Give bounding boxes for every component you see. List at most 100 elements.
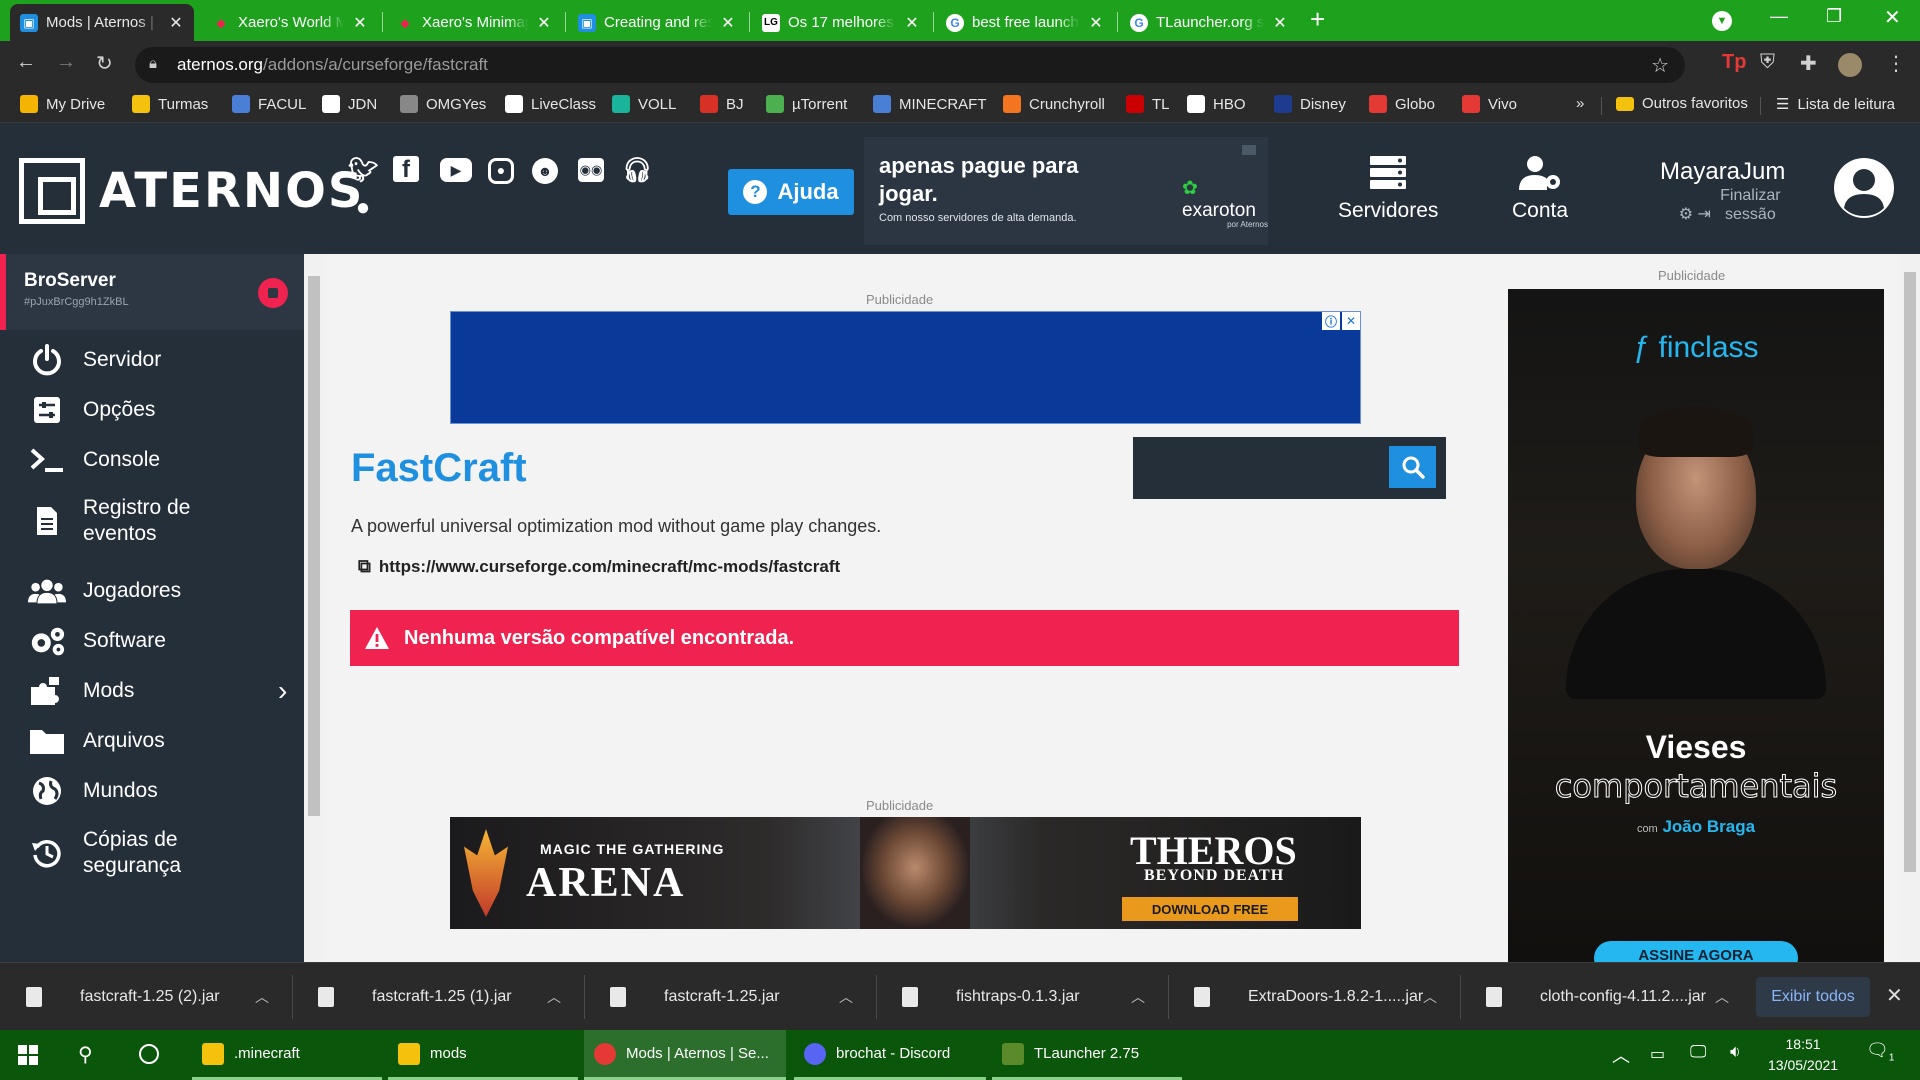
sidebar-item-copias-de-seguranca[interactable]: Cópias de segurança [0, 812, 304, 894]
chevron-up-icon[interactable]: ︿ [1423, 987, 1437, 1007]
close-downloads-icon[interactable]: ✕ [1886, 983, 1903, 1008]
tab-os-17-mods[interactable]: LG Os 17 melhores mods ✕ [752, 4, 930, 41]
tab-search-icon[interactable]: ▼ [1712, 11, 1732, 31]
reading-list[interactable]: ☰ Lista de leitura [1776, 95, 1895, 114]
cortana-icon[interactable] [139, 1044, 159, 1064]
bookmarks-more-button[interactable]: » [1576, 95, 1584, 112]
discord-icon[interactable]: ◉◉ [578, 158, 604, 182]
download-item[interactable]: fishtraps-0.1.3.jar ︿ [876, 963, 1166, 1031]
user-avatar[interactable] [1834, 158, 1894, 218]
reddit-icon[interactable]: ☻ [532, 158, 558, 184]
bottom-ad-banner[interactable]: MAGIC THE GATHERING ARENA THEROS BEYOND … [450, 817, 1361, 929]
minimize-icon[interactable]: — [1770, 6, 1788, 27]
close-icon[interactable]: ✕ [1272, 13, 1288, 33]
reload-icon[interactable]: ↻ [96, 51, 113, 76]
aternos-logo[interactable]: ATERNOS [19, 158, 364, 224]
bookmark-minecraft[interactable]: MINECRAFT [873, 95, 987, 113]
tab-creating-restoring[interactable]: ▣ Creating and restoring ✕ [568, 4, 746, 41]
logout-link[interactable]: ⚙ ⇥ Finalizar sessão [1660, 186, 1785, 224]
help-button[interactable]: ? Ajuda [728, 169, 854, 215]
bookmark-globo[interactable]: Globo [1369, 95, 1435, 113]
other-favorites-folder[interactable]: Outros favoritos [1616, 95, 1748, 112]
window-close-icon[interactable]: ✕ [1884, 5, 1901, 30]
ad-subscribe-button[interactable]: ASSINE AGORA [1594, 941, 1798, 962]
volume-icon[interactable]: 🔉︎ [1730, 1042, 1741, 1062]
download-item[interactable]: cloth-config-4.11.2....jar ︿ [1460, 963, 1750, 1031]
ad-close-icon[interactable]: ✕ [1342, 312, 1360, 330]
download-item[interactable]: fastcraft-1.25 (1).jar ︿ [292, 963, 582, 1031]
scrollbar-thumb[interactable] [1904, 272, 1916, 872]
tab-xaero-world-map[interactable]: ◆ Xaero's World Map - M ✕ [202, 4, 378, 41]
chevron-up-icon[interactable]: ︿ [839, 987, 853, 1007]
instagram-icon[interactable]: ● [488, 158, 514, 184]
support-headset-icon[interactable]: 🎧︎ [622, 156, 652, 186]
bookmark-vivo[interactable]: Vivo [1462, 95, 1517, 113]
search-input[interactable] [1143, 449, 1379, 487]
bookmark-hbo[interactable]: HBO [1187, 95, 1246, 113]
bookmark-my-drive[interactable]: My Drive [20, 95, 105, 113]
chevron-up-icon[interactable]: ︿ [1715, 987, 1729, 1007]
username[interactable]: MayaraJum [1660, 158, 1785, 186]
close-icon[interactable]: ✕ [352, 13, 368, 33]
exaroton-promo-banner[interactable]: apenas pague para jogar. Com nosso servi… [864, 137, 1268, 245]
github-icon[interactable]: ● [348, 193, 378, 223]
bookmark-omgyes[interactable]: OMGYes [400, 95, 486, 113]
extensions-puzzle-icon[interactable]: ✚ [1800, 51, 1817, 76]
twitter-icon[interactable]: 🐦︎ [348, 156, 378, 186]
bookmark--torrent[interactable]: µTorrent [766, 95, 847, 113]
search-icon[interactable]: ⚲ [78, 1042, 93, 1067]
nav-servers[interactable]: Servidores [1338, 155, 1438, 223]
taskbar-app-5[interactable]: TLauncher 2.75 [992, 1030, 1182, 1080]
taskbar-app-1[interactable]: .minecraft [192, 1030, 382, 1080]
facebook-icon[interactable]: f [393, 156, 419, 183]
tab-best-launcher[interactable]: G best free launcher min ✕ [936, 4, 1114, 41]
profile-avatar[interactable] [1838, 53, 1862, 77]
bookmark-crunchyroll[interactable]: Crunchyroll [1003, 95, 1105, 113]
notifications-icon[interactable]: 🗨︎1 [1866, 1040, 1894, 1064]
new-tab-button[interactable]: + [1310, 4, 1325, 35]
tab-aternos-mods[interactable]: ▣ Mods | Aternos | Servi ✕ [10, 4, 194, 41]
tab-xaero-minimap[interactable]: ◆ Xaero's Minimap - Mo ✕ [386, 4, 562, 41]
nav-account[interactable]: Conta [1512, 155, 1568, 223]
close-icon[interactable]: ✕ [1088, 13, 1104, 33]
youtube-icon[interactable]: ▶ [440, 158, 472, 182]
address-bar[interactable]: 🔒︎ aternos.org/addons/a/curseforge/fastc… [135, 47, 1685, 83]
tab-tlauncher[interactable]: G TLauncher.org site - Pe ✕ [1120, 4, 1298, 41]
menu-icon[interactable]: ⋮ [1886, 51, 1906, 76]
mod-link[interactable]: ⧉ https://www.curseforge.com/minecraft/m… [358, 556, 840, 577]
ad-download-button[interactable]: DOWNLOAD FREE [1122, 897, 1298, 921]
extension-tp-icon[interactable]: Tp [1722, 51, 1746, 74]
search-button[interactable] [1389, 446, 1436, 488]
chevron-up-icon[interactable]: ︿ [547, 987, 561, 1007]
chevron-up-icon[interactable]: ︿ [255, 987, 269, 1007]
chevron-up-icon[interactable]: ︿ [1131, 987, 1145, 1007]
sidebar-item-registro-de-eventos[interactable]: Registro de eventos [0, 480, 304, 562]
page-scrollbar[interactable] [1900, 254, 1920, 962]
tray-chevron-icon[interactable]: ︿ [1612, 1042, 1630, 1068]
show-all-downloads-button[interactable]: Exibir todos [1756, 977, 1870, 1017]
bookmark-liveclass[interactable]: LiveClass [505, 95, 596, 113]
taskbar-app-3[interactable]: Mods | Aternos | Se... [584, 1030, 786, 1080]
windows-start-icon[interactable] [18, 1045, 38, 1070]
forward-icon[interactable]: → [56, 51, 76, 74]
server-status-stop-icon[interactable] [258, 278, 288, 308]
close-icon[interactable]: ✕ [720, 13, 736, 33]
back-icon[interactable]: ← [16, 51, 36, 74]
server-card[interactable]: BroServer #pJuxBrCgg9h1ZkBL [0, 254, 304, 330]
scrollbar-thumb[interactable] [308, 276, 320, 816]
bookmark-star-icon[interactable]: ☆ [1651, 53, 1669, 78]
network-icon[interactable]: 🖵︎ [1690, 1042, 1706, 1062]
bookmark-facul[interactable]: FACUL [232, 95, 306, 113]
bookmark-jdn[interactable]: JDN [322, 95, 377, 113]
ad-info-icon[interactable]: ⓘ [1322, 312, 1340, 330]
bookmark-disney[interactable]: Disney [1274, 95, 1346, 113]
sidebar-scrollbar[interactable] [304, 254, 324, 962]
close-icon[interactable]: ✕ [904, 13, 920, 33]
restore-icon[interactable]: ❐ [1826, 6, 1842, 27]
finclass-ad[interactable]: ƒ finclass Vieses comportamentais com Jo… [1508, 289, 1884, 962]
close-icon[interactable]: ✕ [536, 13, 552, 33]
top-ad-banner[interactable]: ⓘ ✕ [450, 311, 1361, 424]
close-icon[interactable]: ✕ [168, 13, 184, 33]
battery-icon[interactable]: ▭ [1650, 1044, 1665, 1064]
bookmark-voll[interactable]: VOLL [612, 95, 676, 113]
